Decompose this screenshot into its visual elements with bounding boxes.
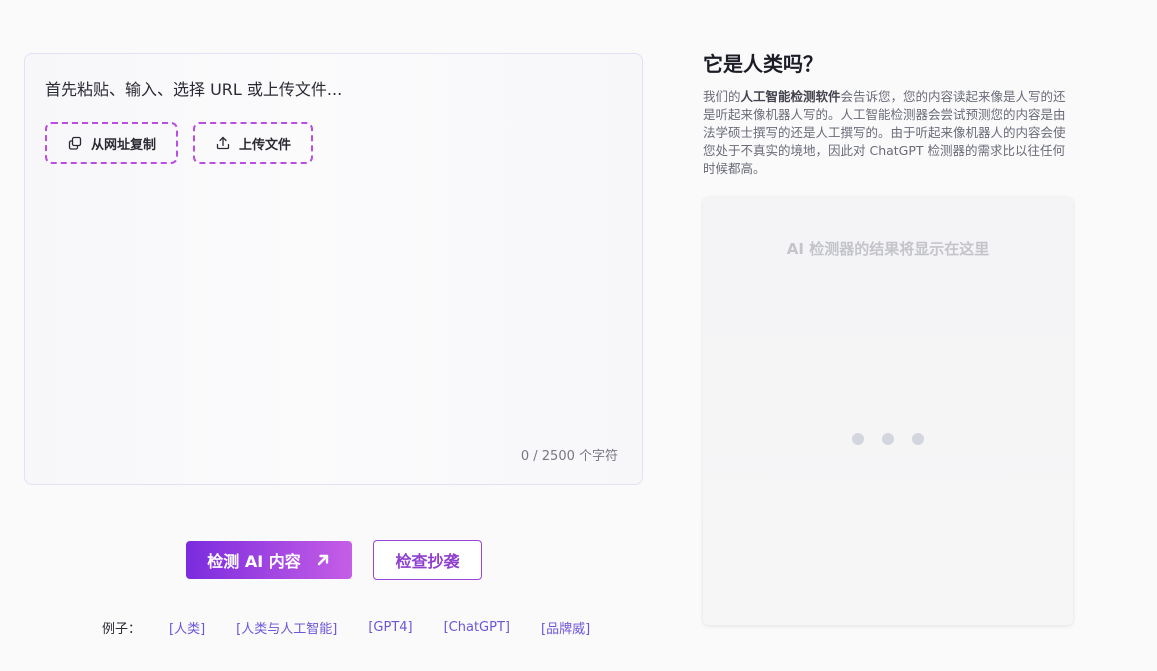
examples-label: 例子：: [102, 622, 142, 637]
upload-file-button[interactable]: 上传文件: [193, 122, 313, 164]
upload-icon: [215, 135, 231, 151]
example-link-human[interactable]: [人类]: [169, 618, 205, 637]
loading-dots-icon: [703, 433, 1073, 445]
check-plagiarism-button[interactable]: 检查抄袭: [373, 540, 482, 580]
copy-from-url-button[interactable]: 从网址复制: [45, 122, 178, 164]
loading-dot: [882, 433, 894, 445]
editor-placeholder[interactable]: 首先粘贴、输入、选择 URL 或上传文件...: [45, 76, 342, 100]
result-panel: AI 检测器的结果将显示在这里: [703, 197, 1073, 625]
example-link-gpt4[interactable]: [GPT4]: [368, 620, 412, 635]
copy-icon: [67, 135, 83, 151]
loading-dot: [852, 433, 864, 445]
detect-ai-content-label: 检测 AI 内容: [207, 552, 301, 571]
description-prefix: 我们的: [703, 89, 741, 104]
text-editor[interactable]: 首先粘贴、输入、选择 URL 或上传文件... 从网址复制 上传文件 0 / 2…: [24, 53, 643, 485]
page-title: 它是人类吗？: [703, 52, 823, 76]
examples-row: 例子： [人类] [人类与人工智能] [GPT4] [ChatGPT] [品牌威…: [102, 618, 621, 637]
description: 我们的人工智能检测软件会告诉您，您的内容读起来像是人写的还是听起来像机器人写的。…: [703, 88, 1075, 178]
copy-from-url-label: 从网址复制: [90, 137, 156, 153]
detect-ai-content-button[interactable]: 检测 AI 内容: [186, 541, 352, 579]
upload-file-label: 上传文件: [238, 137, 291, 153]
character-count: 0 / 2500 个字符: [520, 449, 618, 464]
result-placeholder: AI 检测器的结果将显示在这里: [786, 240, 990, 258]
loading-dot: [912, 433, 924, 445]
example-link-human-and-ai[interactable]: [人类与人工智能]: [236, 618, 337, 637]
example-link-brand[interactable]: [品牌威]: [541, 618, 590, 637]
example-link-chatgpt[interactable]: [ChatGPT]: [444, 620, 510, 635]
page: 首先粘贴、输入、选择 URL 或上传文件... 从网址复制 上传文件 0 / 2…: [0, 0, 1157, 671]
arrow-up-right-icon: [315, 552, 331, 568]
description-highlight: 人工智能检测软件: [740, 89, 841, 104]
